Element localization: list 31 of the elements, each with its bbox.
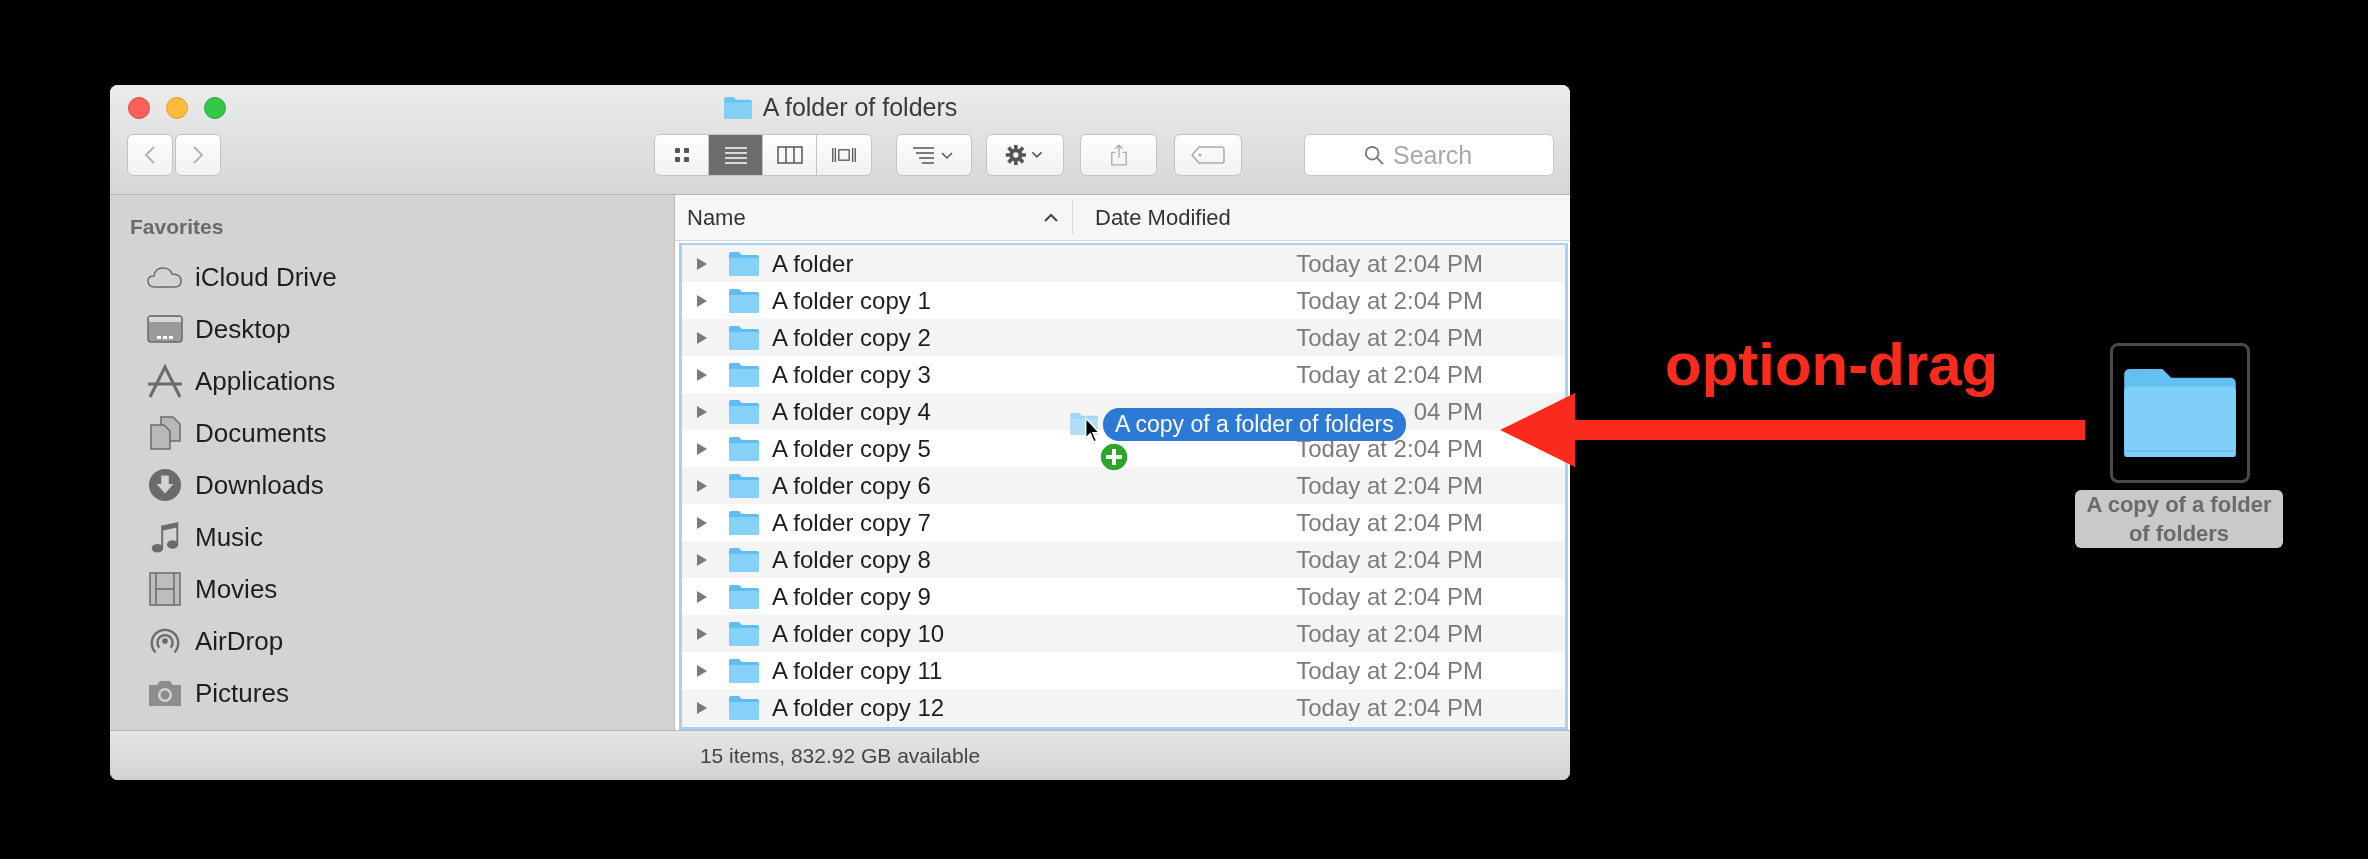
file-name: A folder: [772, 249, 854, 278]
file-name: A folder copy 8: [772, 545, 931, 574]
file-name: A folder copy 6: [772, 471, 931, 500]
date-modified: Today at 2:04 PM: [1296, 582, 1483, 611]
file-name: A folder copy 1: [772, 286, 931, 315]
sidebar-section-title: Favorites: [129, 215, 225, 240]
date-modified: Today at 2:04 PM: [1296, 508, 1483, 537]
date-modified: Today at 2:04 PM: [1296, 656, 1483, 685]
date-modified: Today at 2:04 PM: [1296, 471, 1483, 500]
date-modified: 04 PM: [1413, 397, 1483, 426]
date-modified: Today at 2:04 PM: [1296, 249, 1483, 278]
annotation-text: option-drag: [1665, 330, 1999, 399]
desktop-folder-label: A copy of a folder of folders: [2075, 490, 2283, 548]
date-modified: Today at 2:04 PM: [1296, 693, 1483, 722]
file-name: A folder copy 2: [772, 323, 931, 352]
file-name: A folder copy 5: [772, 434, 931, 463]
file-name: A folder copy 11: [772, 656, 943, 685]
window-title: A folder of folders: [762, 93, 958, 122]
file-name: A folder copy 7: [772, 508, 931, 537]
drag-label: A copy of a folder of folders: [1103, 408, 1406, 441]
date-modified: Today at 2:04 PM: [1296, 545, 1483, 574]
status-text: 15 items, 832.92 GB available: [699, 743, 981, 768]
file-name: A folder copy 12: [772, 693, 945, 722]
file-name: A folder copy 10: [772, 619, 945, 648]
file-name: A folder copy 9: [772, 582, 931, 611]
file-name: A folder copy 3: [772, 360, 931, 389]
date-modified: Today at 2:04 PM: [1296, 286, 1483, 315]
date-modified: Today at 2:04 PM: [1296, 619, 1483, 648]
date-modified: Today at 2:04 PM: [1296, 360, 1483, 389]
date-modified: Today at 2:04 PM: [1296, 323, 1483, 352]
file-name: A folder copy 4: [772, 397, 931, 426]
